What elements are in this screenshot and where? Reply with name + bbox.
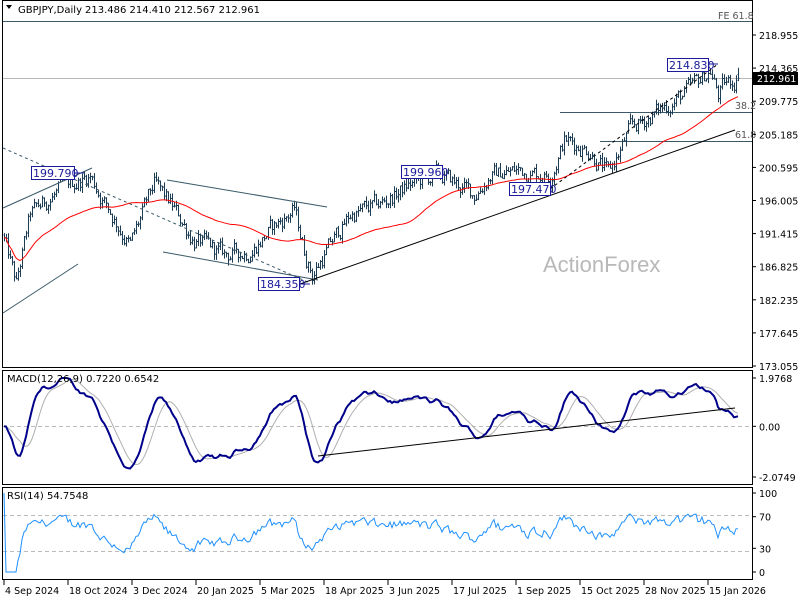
time-axis: 4 Sep 2024 18 Oct 2024 3 Dec 2024 20 Jan 20… <box>3 580 766 597</box>
label-184350-text: 184.350 <box>260 278 306 291</box>
price-tick-label: 209.775 <box>759 97 798 108</box>
time-tick-label: 3 Dec 2024 <box>133 586 188 597</box>
time-tick-label: 4 Sep 2024 <box>5 586 59 597</box>
time-tick-label: 18 Oct 2024 <box>69 586 128 597</box>
label-214830: 214.830 <box>667 58 718 72</box>
fib618-label: 61.8 <box>735 130 756 141</box>
price-tick-label: 200.595 <box>759 163 798 174</box>
macd-tick-label: 1.9768 <box>759 374 792 385</box>
macd-panel <box>2 370 753 485</box>
label-199960: 199.960 <box>401 165 449 179</box>
label-214830-text: 214.830 <box>669 59 715 72</box>
price-tick-label: 218.955 <box>759 31 798 42</box>
label-184350: 184.350 <box>258 277 310 291</box>
macd-tick-label: 0.00 <box>759 422 780 433</box>
time-tick-label: 20 Jan 2025 <box>197 586 254 597</box>
price-panel <box>2 0 753 368</box>
time-tick-label: 1 Sep 2025 <box>517 586 571 597</box>
price-tick-label: 205.185 <box>759 130 798 141</box>
chart-canvas: ActionForex FE 61.8 38.2 61.8 199.790 18… <box>2 0 798 597</box>
time-tick-label: 5 Mar 2025 <box>261 586 315 597</box>
rsi-tick-label: 100 <box>759 489 777 500</box>
chart-ohlc: 213.486 214.410 212.567 212.961 <box>85 5 260 16</box>
macd-label: MACD(12,26,9) 0.7220 0.6542 <box>7 374 159 385</box>
rsi-label: RSI(14) 54.7548 <box>7 491 88 502</box>
price-tick-label: 173.055 <box>759 362 798 373</box>
label-199960-text: 199.960 <box>403 166 449 179</box>
rsi-axis: 100 70 30 0 <box>752 489 777 579</box>
rsi-panel <box>2 487 753 580</box>
label-199790-text: 199.790 <box>33 167 79 180</box>
price-tick-label: 186.825 <box>759 263 798 274</box>
time-tick-label: 15 Jan 2026 <box>709 586 766 597</box>
fib382-label: 38.2 <box>735 101 756 112</box>
label-199790: 199.790 <box>31 166 84 180</box>
time-tick-label: 28 Nov 2025 <box>645 586 706 597</box>
fe618-label: FE 61.8 <box>718 11 754 22</box>
watermark: ActionForex <box>543 252 660 277</box>
time-tick-label: 15 Oct 2025 <box>581 586 640 597</box>
price-tick-label: 182.235 <box>759 296 798 307</box>
time-tick-label: 3 Jun 2025 <box>389 586 440 597</box>
current-price-label: 212.961 <box>757 74 796 85</box>
time-tick-label: 18 Apr 2025 <box>325 586 384 597</box>
price-tick-label: 196.005 <box>759 197 798 208</box>
chart-symbol: GBPJPY,Daily <box>18 5 82 16</box>
macd-tick-label: -2.0749 <box>759 473 796 484</box>
rsi-tick-label: 30 <box>759 544 771 555</box>
rsi-tick-label: 70 <box>759 513 771 524</box>
price-tick-label: 177.645 <box>759 329 798 340</box>
rsi-tick-label: 0 <box>759 568 765 579</box>
macd-axis: 1.9768 0.00 -2.0749 <box>752 374 796 484</box>
label-197470: 197.470 <box>509 182 557 196</box>
time-tick-label: 17 Jul 2025 <box>453 586 507 597</box>
price-tick-label: 191.415 <box>759 230 798 241</box>
label-197470-text: 197.470 <box>511 183 557 196</box>
